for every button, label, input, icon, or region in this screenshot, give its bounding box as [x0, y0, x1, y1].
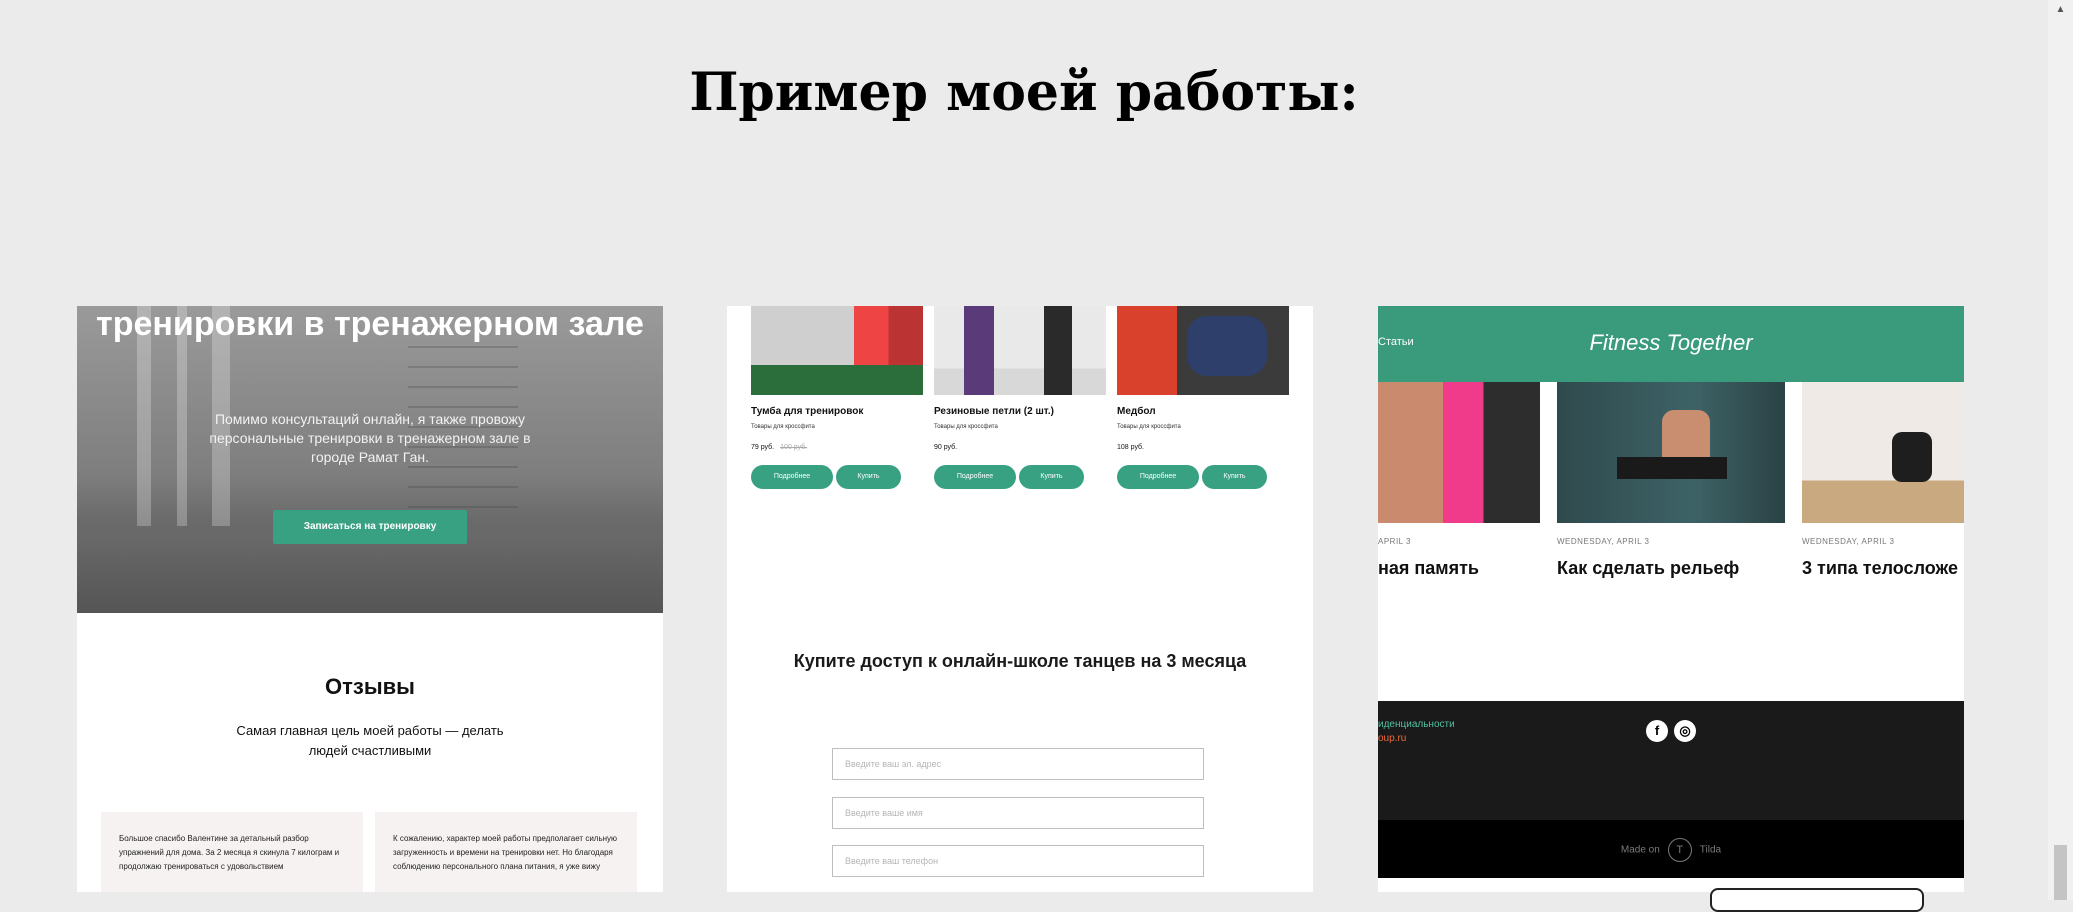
- buy-button[interactable]: Купить: [836, 465, 901, 489]
- reviews-title: Отзывы: [325, 674, 415, 699]
- hero-image: тренировки в тренажерном зале Помимо кон…: [77, 306, 663, 613]
- site-footer: [1378, 701, 1964, 820]
- review-card: Большое спасибо Валентине за детальный р…: [101, 812, 363, 892]
- email-field[interactable]: [832, 748, 1204, 780]
- details-button[interactable]: Подробнее: [751, 465, 833, 489]
- facebook-icon[interactable]: f: [1646, 720, 1668, 742]
- site-header: Статьи Fitness Together: [1378, 306, 1964, 382]
- instagram-icon[interactable]: ◎: [1674, 720, 1696, 742]
- privacy-link[interactable]: иденциальности: [1378, 719, 1455, 730]
- article-image[interactable]: [1802, 382, 1964, 523]
- name-field[interactable]: [832, 797, 1204, 829]
- portfolio-card-blog[interactable]: Статьи Fitness Together APRIL 3 WEDNESDA…: [1378, 306, 1964, 892]
- reviews-subtitle: Самая главная цель моей работы — делать …: [236, 723, 504, 758]
- signup-training-button[interactable]: Записаться на тренировку: [273, 510, 467, 544]
- form-title: Купите доступ к онлайн-школе танцев на 3…: [793, 651, 1247, 671]
- article-title[interactable]: ная память: [1378, 558, 1479, 579]
- product-image: [1117, 306, 1289, 395]
- tilda-label: Tilda: [1699, 844, 1722, 856]
- buy-button[interactable]: Купить: [1019, 465, 1084, 489]
- site-brand: Fitness Together: [1589, 330, 1753, 355]
- review-text: К сожалению, характер моей работы предпо…: [393, 834, 618, 871]
- scroll-thumb[interactable]: [2054, 845, 2067, 900]
- product-image: [934, 306, 1106, 395]
- floating-widget[interactable]: [1710, 888, 1924, 912]
- hero-text: Помимо консультаций онлайн, я также пров…: [209, 411, 531, 465]
- article-date: WEDNESDAY, APRIL 3: [1802, 537, 1895, 546]
- product-category: Товары для кроссфита: [1117, 424, 1181, 430]
- product-name: Резиновые петли (2 шт.): [934, 406, 1054, 417]
- product-category: Товары для кроссфита: [751, 424, 815, 430]
- portfolio-card-gym[interactable]: тренировки в тренажерном зале Помимо кон…: [77, 306, 663, 892]
- review-card: К сожалению, характер моей работы предпо…: [375, 812, 637, 892]
- product-category: Товары для кроссфита: [934, 424, 998, 430]
- phone-field[interactable]: [832, 845, 1204, 877]
- article-image[interactable]: [1557, 382, 1785, 523]
- email-link[interactable]: oup.ru: [1378, 733, 1406, 744]
- product-old-price: 100 руб.: [780, 444, 808, 451]
- hero-title: тренировки в тренажерном зале: [96, 306, 644, 343]
- portfolio-card-shop[interactable]: Тумба для тренировок Товары для кроссфит…: [727, 306, 1313, 892]
- article-date: APRIL 3: [1378, 537, 1411, 546]
- product-name: Тумба для тренировок: [751, 406, 864, 417]
- buy-button[interactable]: Купить: [1202, 465, 1267, 489]
- scrollbar[interactable]: ▲: [2048, 0, 2073, 900]
- article-title[interactable]: Как сделать рельеф: [1557, 558, 1739, 579]
- section-heading: Пример моей работы:: [689, 62, 1359, 123]
- article-title[interactable]: 3 типа телосложе: [1802, 558, 1958, 579]
- product-image: [751, 306, 923, 395]
- article-image[interactable]: [1378, 382, 1540, 523]
- product-price: 90 руб.: [934, 444, 958, 451]
- product-price: 79 руб. 100 руб.: [751, 444, 808, 451]
- details-button[interactable]: Подробнее: [934, 465, 1016, 489]
- made-on-label: Made on: [1620, 844, 1660, 856]
- made-on-tilda[interactable]: Made on T Tilda: [1378, 838, 1964, 862]
- article-date: WEDNESDAY, APRIL 3: [1557, 537, 1650, 546]
- product-price: 108 руб.: [1117, 444, 1144, 451]
- product-name: Медбол: [1117, 406, 1156, 417]
- review-text: Большое спасибо Валентине за детальный р…: [119, 834, 340, 871]
- details-button[interactable]: Подробнее: [1117, 465, 1199, 489]
- tilda-logo-icon: T: [1667, 838, 1692, 862]
- scroll-up-arrow-icon[interactable]: ▲: [2048, 0, 2073, 20]
